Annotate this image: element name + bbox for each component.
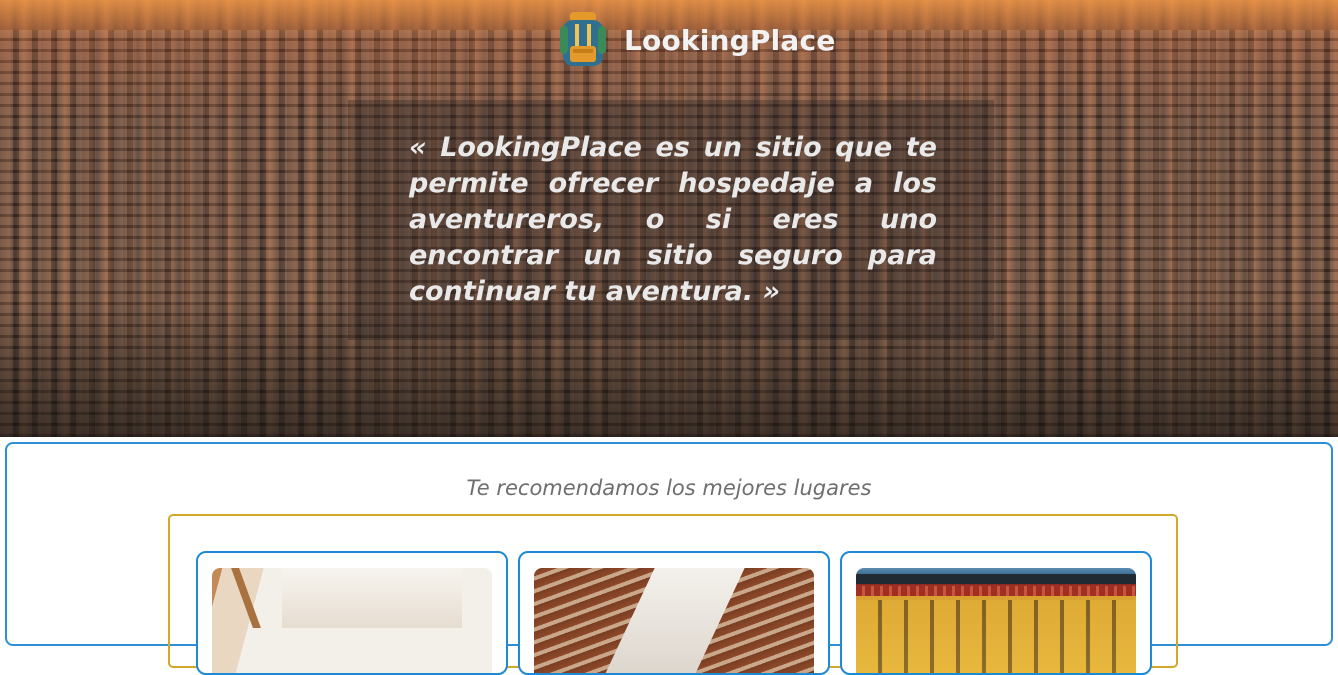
place-photo[interactable] bbox=[212, 568, 492, 673]
recommendations-section: Te recomendamos los mejores lugares bbox=[5, 442, 1333, 675]
place-card[interactable] bbox=[840, 551, 1152, 675]
section-title: Te recomendamos los mejores lugares bbox=[466, 476, 872, 500]
brand-name: LookingPlace bbox=[624, 23, 836, 57]
hero-quote: « LookingPlace es un sitio que te permit… bbox=[409, 132, 937, 307]
place-photo[interactable] bbox=[856, 568, 1136, 673]
places-carousel bbox=[168, 514, 1178, 675]
place-card[interactable] bbox=[196, 551, 508, 675]
brand[interactable]: LookingPlace bbox=[560, 12, 836, 68]
place-card[interactable] bbox=[518, 551, 830, 675]
place-photo[interactable] bbox=[534, 568, 814, 673]
backpack-icon bbox=[560, 12, 606, 68]
hero-banner: LookingPlace « LookingPlace es un sitio … bbox=[0, 0, 1338, 437]
